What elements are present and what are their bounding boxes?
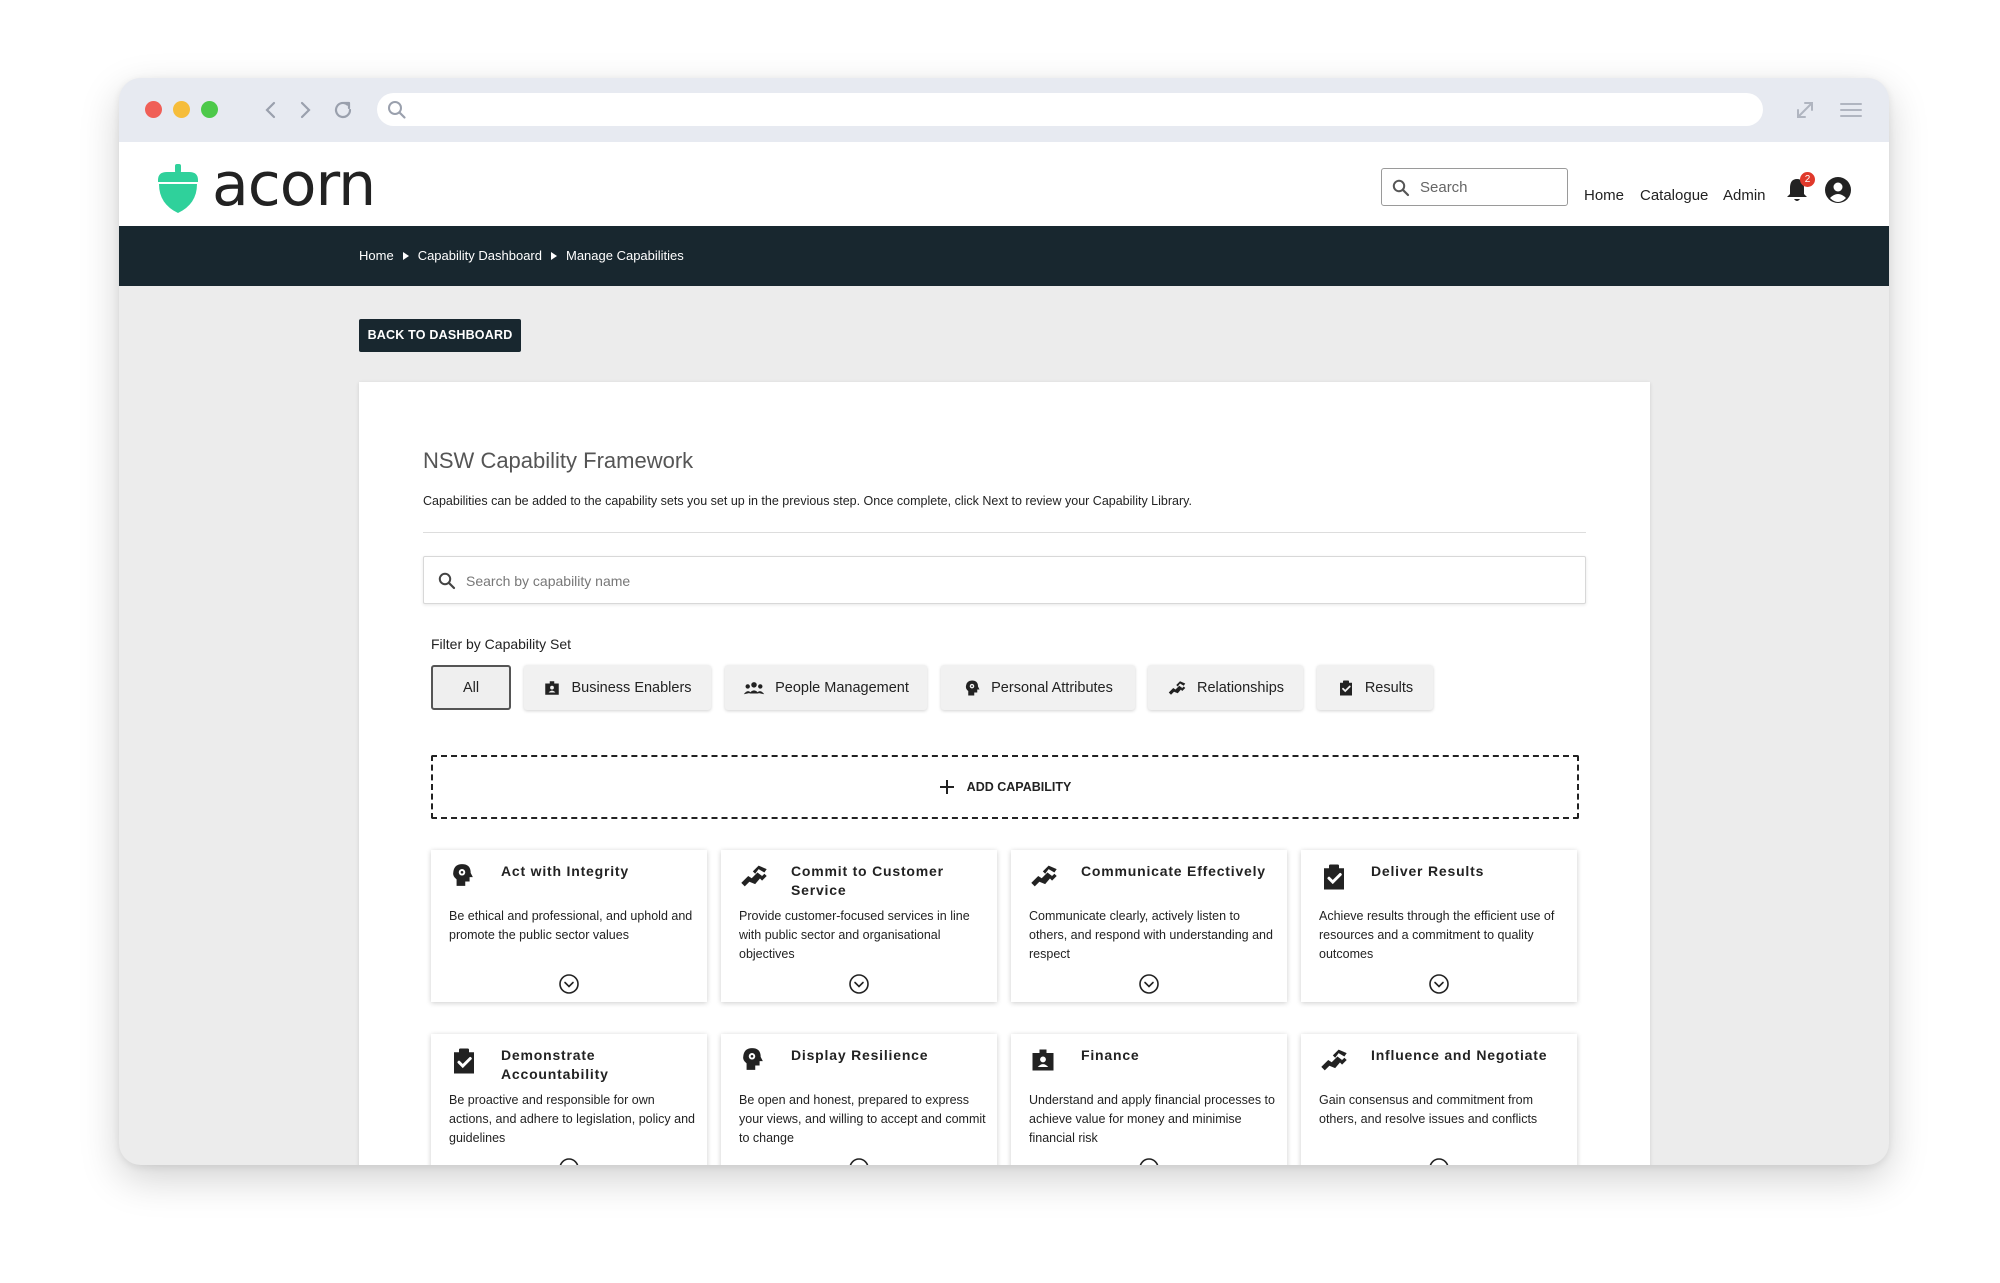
header-search-input[interactable]: Search <box>1381 168 1568 206</box>
capability-panel: NSW Capability Framework Capabilities ca… <box>359 382 1650 1165</box>
nav-link-admin[interactable]: Admin <box>1723 187 1766 204</box>
browser-window: acorn Search Home Catalogue Admin 2 Home… <box>119 78 1889 1165</box>
capability-card[interactable]: Deliver Results Achieve results through t… <box>1301 850 1577 1002</box>
filter-chip-personal-attributes[interactable]: Personal Attributes <box>941 665 1135 710</box>
clipboard-check-icon <box>1319 862 1349 897</box>
filter-chip-label: Business Enablers <box>571 679 692 696</box>
forward-arrow-icon[interactable] <box>291 96 319 124</box>
handshake-icon <box>1319 1046 1349 1079</box>
filter-chip-relationships[interactable]: Relationships <box>1148 665 1303 710</box>
filter-chip-all[interactable]: All <box>431 665 511 710</box>
back-to-dashboard-button[interactable]: BACK TO DASHBOARD <box>359 319 521 352</box>
page-title: NSW Capability Framework <box>423 448 694 473</box>
handshake-icon <box>1168 680 1186 695</box>
header-search-placeholder: Search <box>1420 179 1468 196</box>
nav-link-home[interactable]: Home <box>1584 187 1624 204</box>
breadcrumb-item-home[interactable]: Home <box>359 248 394 263</box>
expand-chevron-icon[interactable] <box>1428 973 1450 1000</box>
capability-description: Be ethical and professional, and uphold … <box>449 909 693 942</box>
divider <box>423 532 1586 533</box>
capability-description: Be open and honest, prepared to express … <box>739 1093 986 1145</box>
breadcrumb-separator-icon <box>550 251 557 260</box>
capability-title: Influence and Negotiate <box>1371 1047 1548 1063</box>
capability-title: Commit to Customer Service <box>791 863 944 898</box>
nav-link-catalogue[interactable]: Catalogue <box>1640 187 1708 204</box>
capability-card[interactable]: Communicate Effectively Communicate clear… <box>1011 850 1287 1002</box>
capability-title: Act with Integrity <box>501 863 629 879</box>
head-gear-icon <box>449 862 475 893</box>
clipboard-check-icon <box>1339 680 1352 695</box>
expand-chevron-icon[interactable] <box>558 973 580 1000</box>
capability-description: Achieve results through the efficient us… <box>1319 909 1555 961</box>
head-gear-icon <box>965 680 980 695</box>
filter-chip-label: People Management <box>775 679 909 696</box>
capability-search-input[interactable]: Search by capability name <box>423 556 1586 604</box>
expand-chevron-icon[interactable] <box>558 1157 580 1165</box>
filter-chip-label: All <box>462 679 480 696</box>
browser-chrome <box>119 78 1889 142</box>
filter-chip-people-management[interactable]: People Management <box>725 665 927 710</box>
capability-title: Deliver Results <box>1371 863 1485 879</box>
capability-description: Understand and apply financial processes… <box>1029 1093 1275 1145</box>
add-capability-label: ADD CAPABILITY <box>966 780 1072 794</box>
capability-title: Finance <box>1081 1047 1140 1063</box>
capability-card[interactable]: Finance Understand and apply financial pr… <box>1011 1034 1287 1165</box>
breadcrumb-bar: Home Capability Dashboard Manage Capabil… <box>119 226 1889 286</box>
maximize-window-button[interactable] <box>201 101 218 118</box>
capability-title: Display Resilience <box>791 1047 929 1063</box>
badge-icon <box>545 680 560 695</box>
capability-search-placeholder: Search by capability name <box>466 573 631 589</box>
site-header: acorn Search Home Catalogue Admin 2 <box>119 142 1889 226</box>
expand-chevron-icon[interactable] <box>848 1157 870 1165</box>
filter-chip-label: Personal Attributes <box>991 679 1113 696</box>
address-bar[interactable] <box>377 93 1763 126</box>
filter-chip-label: Results <box>1364 679 1414 696</box>
breadcrumb-item-capability-dashboard[interactable]: Capability Dashboard <box>418 248 542 263</box>
expand-chevron-icon[interactable] <box>1428 1157 1450 1165</box>
people-icon <box>743 681 765 694</box>
reload-icon[interactable] <box>329 96 357 124</box>
user-avatar-icon[interactable] <box>1824 176 1852 209</box>
search-icon <box>1392 179 1410 197</box>
capability-card[interactable]: Commit to Customer Service Provide custom… <box>721 850 997 1002</box>
filter-chip-label: Relationships <box>1196 679 1285 696</box>
notification-badge: 2 <box>1800 172 1815 187</box>
minimize-window-button[interactable] <box>173 101 190 118</box>
capability-title: Communicate Effectively <box>1081 863 1266 879</box>
handshake-icon <box>1029 862 1059 895</box>
capability-description: Communicate clearly, actively listen to … <box>1029 909 1273 961</box>
filter-chip-results[interactable]: Results <box>1317 665 1433 710</box>
capability-card[interactable]: Demonstrate Accountability Be proactive a… <box>431 1034 707 1165</box>
head-gear-icon <box>739 1046 765 1077</box>
expand-icon[interactable] <box>1791 96 1819 124</box>
close-window-button[interactable] <box>145 101 162 118</box>
app-name: acorn <box>212 150 376 220</box>
capability-description: Gain consensus and commitment from other… <box>1319 1093 1538 1126</box>
back-arrow-icon[interactable] <box>257 96 285 124</box>
search-icon <box>438 572 456 590</box>
filter-chip-business-enablers[interactable]: Business Enablers <box>524 665 711 710</box>
capability-card[interactable]: Display Resilience Be open and honest, pr… <box>721 1034 997 1165</box>
filter-label: Filter by Capability Set <box>431 636 572 652</box>
add-capability-button[interactable]: ADD CAPABILITY <box>431 755 1579 819</box>
search-icon <box>388 101 406 119</box>
expand-chevron-icon[interactable] <box>1138 1157 1160 1165</box>
badge-icon <box>1029 1046 1057 1079</box>
capability-description: Provide customer-focused services in lin… <box>739 909 970 961</box>
expand-chevron-icon[interactable] <box>848 973 870 1000</box>
expand-chevron-icon[interactable] <box>1138 973 1160 1000</box>
clipboard-check-icon <box>449 1046 479 1081</box>
capability-card[interactable]: Influence and Negotiate Gain consensus an… <box>1301 1034 1577 1165</box>
breadcrumb-separator-icon <box>402 251 409 260</box>
capability-title: Demonstrate Accountability <box>501 1047 609 1082</box>
breadcrumb-item-manage-capabilities: Manage Capabilities <box>565 248 684 263</box>
page-description: Capabilities can be added to the capabil… <box>423 494 1192 508</box>
capability-description: Be proactive and responsible for own act… <box>449 1093 695 1145</box>
menu-icon[interactable] <box>1837 96 1865 124</box>
capability-card[interactable]: Act with Integrity Be ethical and profess… <box>431 850 707 1002</box>
handshake-icon <box>739 862 769 895</box>
acorn-logo-icon <box>158 164 198 213</box>
plus-icon <box>939 780 954 794</box>
breadcrumb: Home Capability Dashboard Manage Capabil… <box>359 248 684 263</box>
